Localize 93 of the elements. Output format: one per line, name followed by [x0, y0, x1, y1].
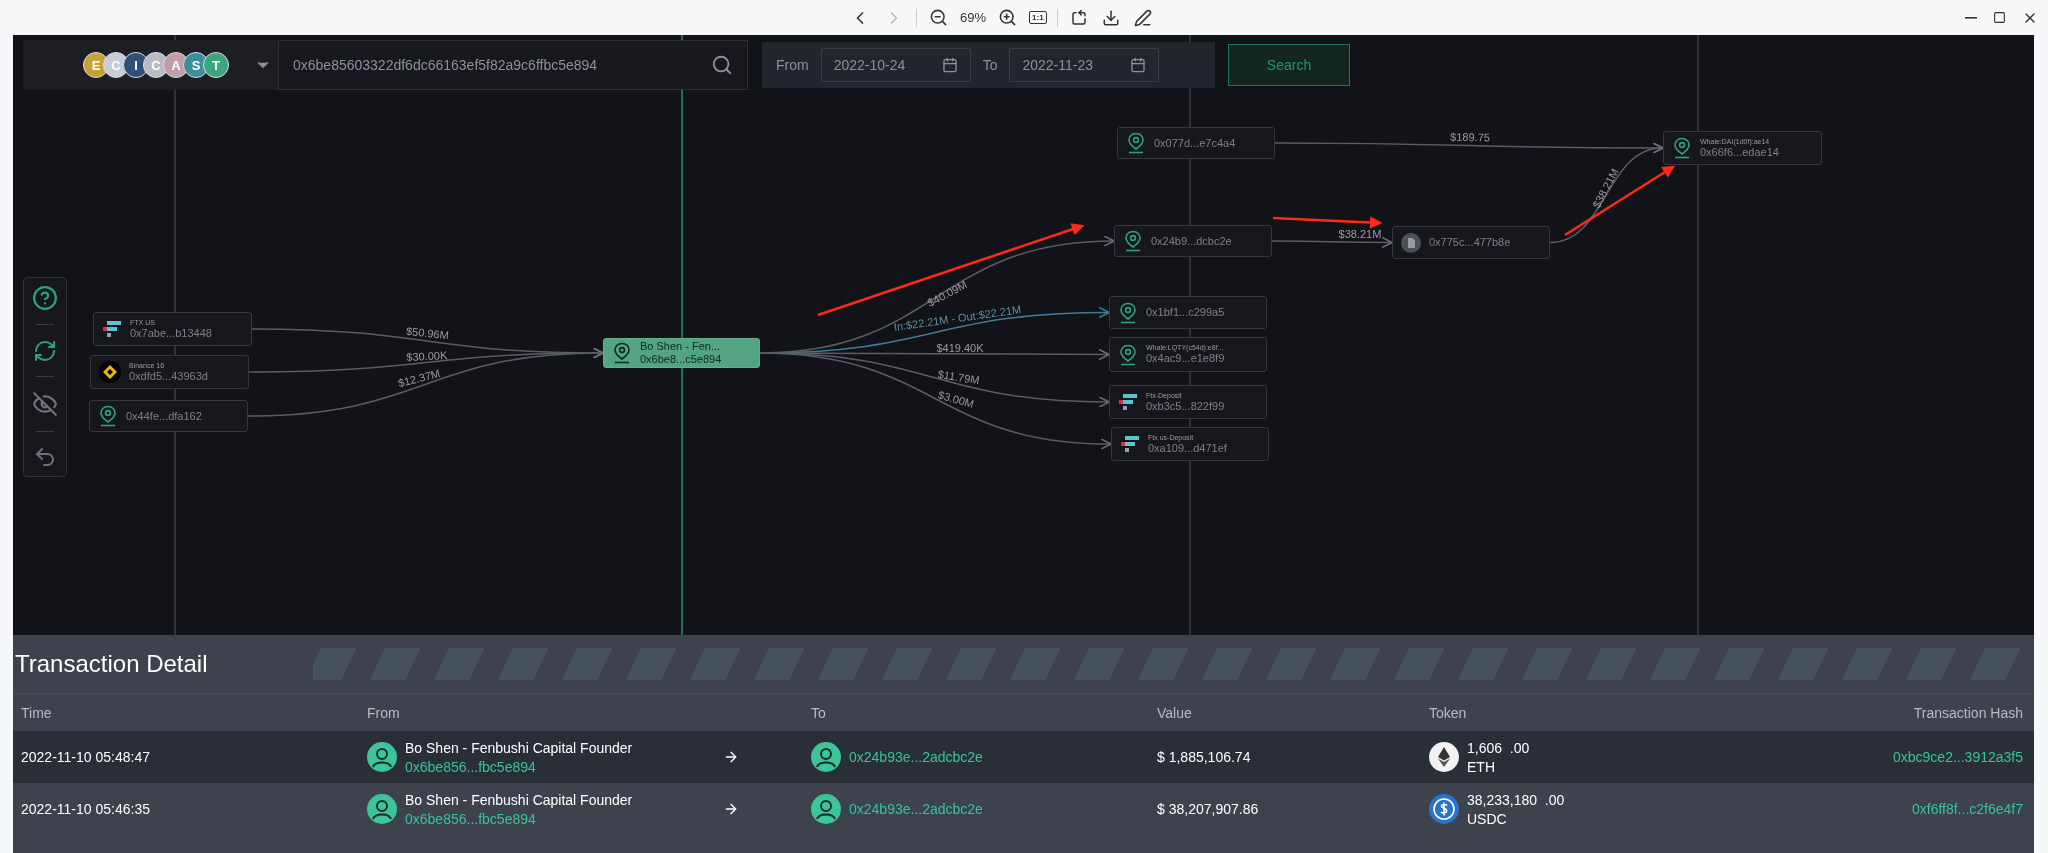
logo-selector[interactable]: E C I C A S T [23, 40, 278, 90]
node-address: 0x24b9...dcbc2e [1151, 234, 1232, 248]
node-address: 0xa109...d471ef [1148, 441, 1227, 455]
node-address: 0xb3c5...822f99 [1146, 399, 1225, 413]
column-header: Value [1157, 704, 1192, 721]
location-pin-icon [1123, 230, 1143, 252]
edge-label: $419.40K [936, 342, 984, 354]
location-pin-icon [98, 405, 118, 427]
exchange-logo-icon [1118, 392, 1138, 412]
calendar-icon [941, 57, 958, 73]
edge-label: $50.96M [405, 324, 450, 342]
column-header: To [811, 704, 826, 721]
sender-address[interactable]: 0x6be856...fbc5e894 [405, 758, 715, 775]
location-pin-icon [1118, 301, 1138, 324]
graph-node[interactable]: 0x1bf1...c299a5 [1109, 296, 1267, 329]
node-address: 0x6be8...c5e894 [640, 353, 722, 366]
document-icon [1401, 232, 1421, 253]
to-label: To [982, 57, 998, 73]
token-symbol: USDC [1467, 810, 1508, 827]
zoom-in-icon [998, 8, 1018, 27]
node-address: 0x7abe...b13448 [130, 326, 212, 340]
hash-link[interactable]: 0xf6ff8f...c2f6e4f7 [1911, 801, 2023, 817]
zoom-out-icon [929, 8, 948, 27]
download-icon [1101, 8, 1120, 27]
value-cell: $ 38,207,907.86 [1157, 801, 1259, 817]
node-address: 0xdfd5...43963d [129, 369, 208, 383]
column-header: Transaction Hash [1913, 704, 2023, 721]
avatar-icon [811, 794, 841, 824]
pen-icon [1133, 8, 1152, 27]
from-label: From [776, 57, 809, 73]
graph-node[interactable]: 0x775c...477b8e [1392, 226, 1550, 259]
sender-address[interactable]: 0x6be856...fbc5e894 [405, 810, 715, 827]
date-field[interactable]: 2022-10-24 [820, 48, 971, 82]
node-address: 0x66f6...edae14 [1700, 145, 1779, 159]
token-coin-icon [1429, 794, 1459, 824]
calendar-icon [1130, 57, 1147, 73]
location-pin-icon [1126, 132, 1146, 154]
search-button[interactable]: Search [1228, 44, 1350, 86]
sender-name: Bo Shen - Fenbushi Capital Founder [405, 791, 634, 808]
actual-size-button[interactable]: 1:1 [1029, 11, 1047, 24]
receiver-address[interactable]: 0x24b93e...2adcbc2e [849, 749, 983, 765]
node-address: 0x44fe...dfa162 [126, 409, 202, 423]
column-header: Token [1429, 704, 1467, 721]
receiver-address[interactable]: 0x24b93e...2adcbc2e [849, 801, 983, 817]
sender-name: Bo Shen - Fenbushi Capital Founder [405, 739, 634, 756]
node-label: Bo Shen - Fen... [640, 340, 722, 353]
graph-node[interactable]: Bo Shen - Fen... 0x6be8...c5e894 [603, 338, 760, 368]
node-address: 0x4ac9...e1e8f9 [1146, 352, 1225, 365]
search-icon [711, 54, 733, 76]
edge-label: $30.00K [406, 348, 448, 364]
refresh-icon[interactable] [33, 338, 57, 363]
graph-node[interactable]: 0x24b9...dcbc2e [1114, 225, 1272, 257]
exchange-logo-icon [1120, 434, 1140, 454]
time-cell: 2022-11-10 05:48:47 [21, 749, 150, 765]
time-cell: 2022-11-10 05:46:35 [21, 801, 150, 817]
exchange-logo-icon [102, 319, 122, 339]
node-address: 0x1bf1...c299a5 [1146, 306, 1225, 319]
node-address: 0x077d...e7c4a4 [1154, 136, 1236, 150]
search-field[interactable]: 0x6be85603322df6dc66163ef5f82a9c6ffbc5e894 [278, 40, 748, 90]
hash-link[interactable]: 0xbc9ce2...3912a3f5 [1893, 749, 2023, 765]
arrow-right-icon [723, 749, 739, 765]
zoom-level: 69% [960, 10, 987, 25]
column-header: From [367, 704, 400, 721]
arrow-right-icon [723, 801, 739, 817]
location-pin-icon [1672, 137, 1692, 159]
edge-label: $11.79M [936, 367, 981, 387]
maximize-icon [1993, 11, 2006, 24]
node-address: 0x775c...477b8e [1429, 236, 1511, 249]
edge-label: $3.00M [936, 388, 976, 410]
logo-coin: T [203, 52, 229, 78]
section-title: Transaction Detail [15, 650, 208, 678]
table-row[interactable]: 2022-11-10 05:48:47 Bo Shen - Fenbushi Capital Founder 0x6be856...fbc5e894 0x24b93e...2adcbc2e $ 1,885,106.74 1,606 .00 ETH 0xbc9ce2...3912a3f5 [13, 731, 2034, 783]
edge-label: $38.21M [1338, 228, 1382, 240]
token-coin-icon [1429, 742, 1459, 772]
avatar-icon [367, 742, 397, 772]
location-pin-icon [1118, 343, 1138, 366]
location-pin-icon [612, 342, 632, 364]
graph-node[interactable]: 0x44fe...dfa162 [89, 400, 248, 432]
avatar-icon [811, 742, 841, 772]
graph-node[interactable]: 0x077d...e7c4a4 [1117, 127, 1275, 159]
value-cell: $ 1,885,106.74 [1157, 749, 1251, 765]
token-symbol: ETH [1467, 758, 1496, 775]
help-icon[interactable] [32, 284, 58, 311]
exchange-logo-icon [99, 361, 121, 383]
rotate-icon [1069, 8, 1088, 27]
edge-label: $189.75 [1450, 130, 1491, 144]
token-amount: 1,606 .00 [1467, 739, 1530, 756]
minimize-icon [1965, 16, 1977, 19]
token-amount: 38,233,180 .00 [1467, 791, 1565, 808]
column-header: Time [21, 704, 52, 721]
date-field[interactable]: 2022-11-23 [1009, 48, 1160, 82]
hide-icon[interactable] [32, 391, 58, 418]
avatar-icon [367, 794, 397, 824]
